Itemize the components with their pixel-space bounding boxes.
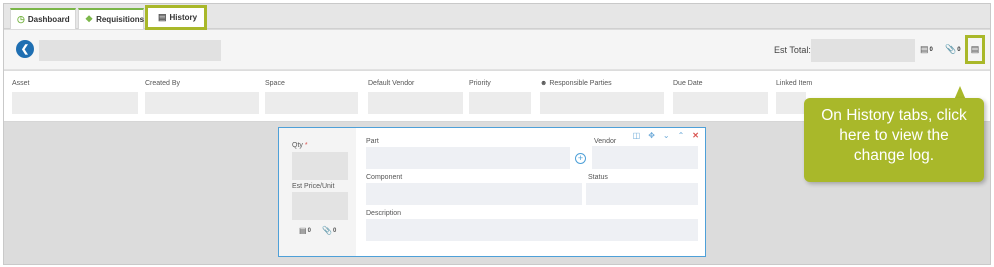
asset-field[interactable] — [12, 92, 138, 114]
part-label: Part — [366, 138, 379, 145]
responsible-parties-field[interactable] — [540, 92, 664, 114]
history-icon: ▤ — [158, 12, 167, 22]
created-by-field[interactable] — [145, 92, 259, 114]
description-field[interactable] — [366, 219, 698, 241]
tab-dashboard[interactable]: ◷ Dashboard — [10, 8, 76, 29]
card-attachments-button[interactable]: 📎 0 — [322, 226, 336, 235]
linked-item-field[interactable] — [776, 92, 806, 114]
part-field[interactable] — [366, 147, 570, 169]
default-vendor-field[interactable] — [368, 92, 463, 114]
due-date-field[interactable] — [673, 92, 768, 114]
component-field[interactable] — [366, 183, 582, 205]
due-date-label: Due Date — [673, 80, 703, 87]
qty-label: Qty * — [292, 142, 308, 149]
chevron-up-icon[interactable]: ⌃ — [678, 131, 685, 140]
vendor-field[interactable] — [592, 146, 698, 169]
notes-icon: ▤ — [920, 44, 929, 54]
linked-item-label: Linked Item — [776, 80, 813, 87]
card-toolbar: ◫ ✥ ⌄ ⌃ ✕ — [633, 131, 699, 140]
paperclip-icon: 📎 — [322, 226, 332, 235]
description-label: Description — [366, 210, 402, 217]
attachments-count: 0 — [957, 46, 961, 53]
card-notes-count: 0 — [307, 227, 311, 234]
chevron-left-icon: ❮ — [20, 43, 30, 55]
notes-icon: ▤ — [299, 226, 307, 235]
notes-button[interactable]: ▤ 0 — [920, 44, 933, 55]
tab-history[interactable]: ▤ History — [145, 5, 207, 30]
default-vendor-label: Default Vendor — [368, 80, 415, 87]
responsible-parties-label: ☻ Responsible Parties — [540, 80, 612, 87]
component-label: Component — [366, 174, 403, 181]
back-button[interactable]: ❮ — [16, 40, 34, 58]
gauge-icon: ◷ — [17, 14, 25, 24]
status-field[interactable] — [586, 183, 698, 205]
card-left-panel: Qty * Est Price/Unit ▤ 0 📎 0 — [279, 128, 356, 256]
people-icon: ☻ — [540, 80, 548, 87]
asset-label: Asset — [12, 80, 30, 87]
est-price-label: Est Price/Unit — [292, 183, 335, 190]
notes-count: 0 — [929, 46, 933, 53]
priority-label: Priority — [469, 80, 491, 87]
plus-icon: + — [577, 153, 584, 163]
space-label: Space — [265, 80, 285, 87]
chevron-down-icon[interactable]: ⌄ — [663, 131, 670, 140]
tag-icon: ❖ — [85, 14, 94, 24]
tab-dashboard-label: Dashboard — [27, 15, 70, 24]
history-log-button[interactable]: ▤ — [965, 35, 985, 64]
app-window: ◷ Dashboard ❖ Requisitions ▤ History ❮ E… — [3, 3, 991, 265]
space-field[interactable] — [265, 92, 358, 114]
created-by-label: Created By — [145, 80, 181, 87]
line-item-card: Qty * Est Price/Unit ▤ 0 📎 0 ◫ ✥ ⌄ ⌃ ✕ Par… — [278, 127, 706, 257]
attachments-button[interactable]: 📎 0 — [945, 44, 961, 55]
priority-field[interactable] — [469, 92, 531, 114]
est-total-label: Est Total: — [774, 45, 811, 55]
record-title-field[interactable] — [39, 40, 221, 61]
tab-history-label: History — [169, 13, 198, 22]
history-icon: ▤ — [970, 44, 980, 54]
tab-requisitions-label: Requisitions — [96, 15, 145, 24]
vendor-label: Vendor — [594, 138, 617, 145]
move-icon[interactable]: ✥ — [648, 131, 655, 140]
close-icon[interactable]: ✕ — [692, 131, 699, 140]
est-price-field[interactable] — [292, 192, 348, 220]
required-mark: * — [304, 142, 308, 149]
copy-icon[interactable]: ◫ — [633, 131, 641, 140]
card-attachments-count: 0 — [332, 227, 337, 234]
est-total-field[interactable] — [811, 39, 915, 62]
status-label: Status — [588, 174, 608, 181]
history-callout: On History tabs, click here to view the … — [804, 98, 984, 182]
tab-bar: ◷ Dashboard ❖ Requisitions ▤ History — [4, 4, 990, 30]
record-header: ❮ Est Total: ▤ 0 📎 0 ▤ — [4, 30, 990, 70]
card-notes-button[interactable]: ▤ 0 — [299, 226, 311, 235]
add-part-button[interactable]: + — [575, 153, 586, 164]
paperclip-icon: 📎 — [945, 44, 957, 54]
qty-field[interactable] — [292, 152, 348, 180]
tab-requisitions[interactable]: ❖ Requisitions — [78, 8, 144, 29]
